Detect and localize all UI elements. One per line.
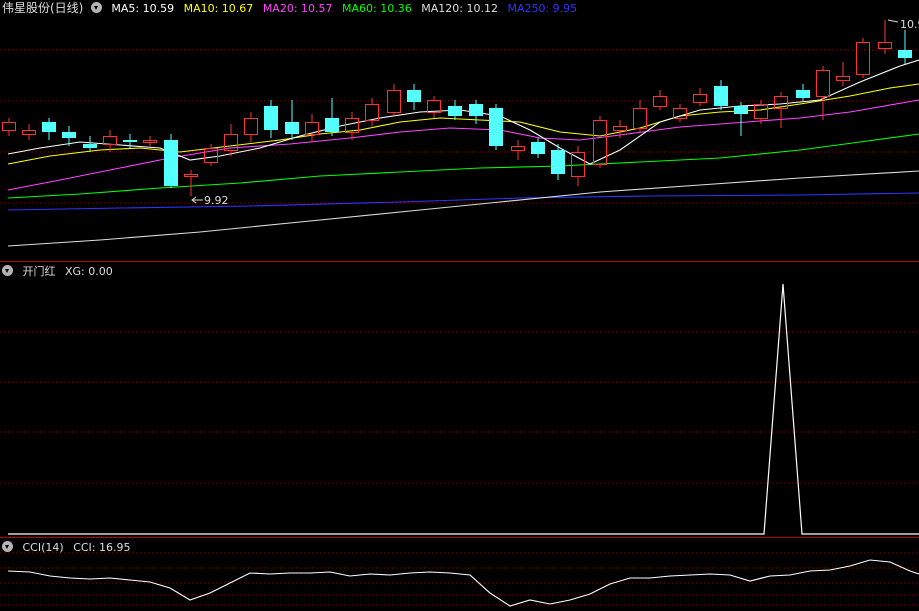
candlestick <box>325 98 339 136</box>
high-marker-arrow <box>887 19 899 23</box>
price-markers: 9.92 10.9 <box>191 18 919 207</box>
candlestick <box>593 116 607 168</box>
candlestick <box>774 92 788 128</box>
cci-grid <box>0 552 919 606</box>
candlestick <box>22 124 36 140</box>
candlestick <box>714 80 728 110</box>
candlestick <box>264 100 278 138</box>
candlestick <box>653 90 667 110</box>
candlestick <box>285 100 299 140</box>
candlestick <box>856 38 870 78</box>
candlestick <box>673 104 687 122</box>
candlestick <box>164 134 178 188</box>
cci-panel[interactable]: CCI(14) CCI: 16.95 <box>0 538 919 611</box>
candlestick <box>571 146 585 186</box>
candlestick <box>427 96 441 118</box>
price-chart: 9.92 10.9 <box>0 18 919 262</box>
candlestick <box>305 114 319 142</box>
candlestick <box>143 136 157 146</box>
signal-chart <box>0 283 919 538</box>
candlestick <box>734 102 748 136</box>
price-grid <box>0 49 919 262</box>
candlestick <box>387 84 401 116</box>
signal-line <box>8 283 919 535</box>
candlestick <box>103 130 117 152</box>
candlestick <box>511 140 525 160</box>
candlestick <box>878 20 892 54</box>
cci-chart <box>0 552 919 607</box>
signal-grid <box>0 331 919 538</box>
candlestick <box>693 88 707 106</box>
price-panel[interactable]: 伟星股份(日线) MA5: 10.59 MA10: 10.67 MA20: 10… <box>0 0 919 262</box>
candlestick <box>224 124 238 156</box>
low-price-marker: 9.92 <box>204 194 229 207</box>
high-price-marker: 10.9 <box>900 18 919 31</box>
signal-panel[interactable]: 开门红 XG: 0.00 <box>0 262 919 538</box>
ma250-line <box>7 192 919 211</box>
candlestick <box>448 100 462 120</box>
candlestick <box>407 84 421 110</box>
ma20-line <box>7 99 919 191</box>
candlestick <box>184 170 198 196</box>
candlestick <box>83 136 97 152</box>
candlestick <box>836 62 850 86</box>
candlestick <box>2 118 16 136</box>
candlestick <box>42 118 56 140</box>
candlestick <box>796 84 810 102</box>
candlestick <box>244 112 258 142</box>
candlestick <box>531 138 545 158</box>
candlestick <box>365 98 379 126</box>
candlestick <box>816 66 830 120</box>
candlestick <box>489 104 503 150</box>
candlestick <box>345 112 359 140</box>
candlestick <box>898 30 912 64</box>
moving-average-lines <box>7 59 919 247</box>
ma120-line <box>7 170 919 247</box>
ma60-line <box>7 133 919 199</box>
